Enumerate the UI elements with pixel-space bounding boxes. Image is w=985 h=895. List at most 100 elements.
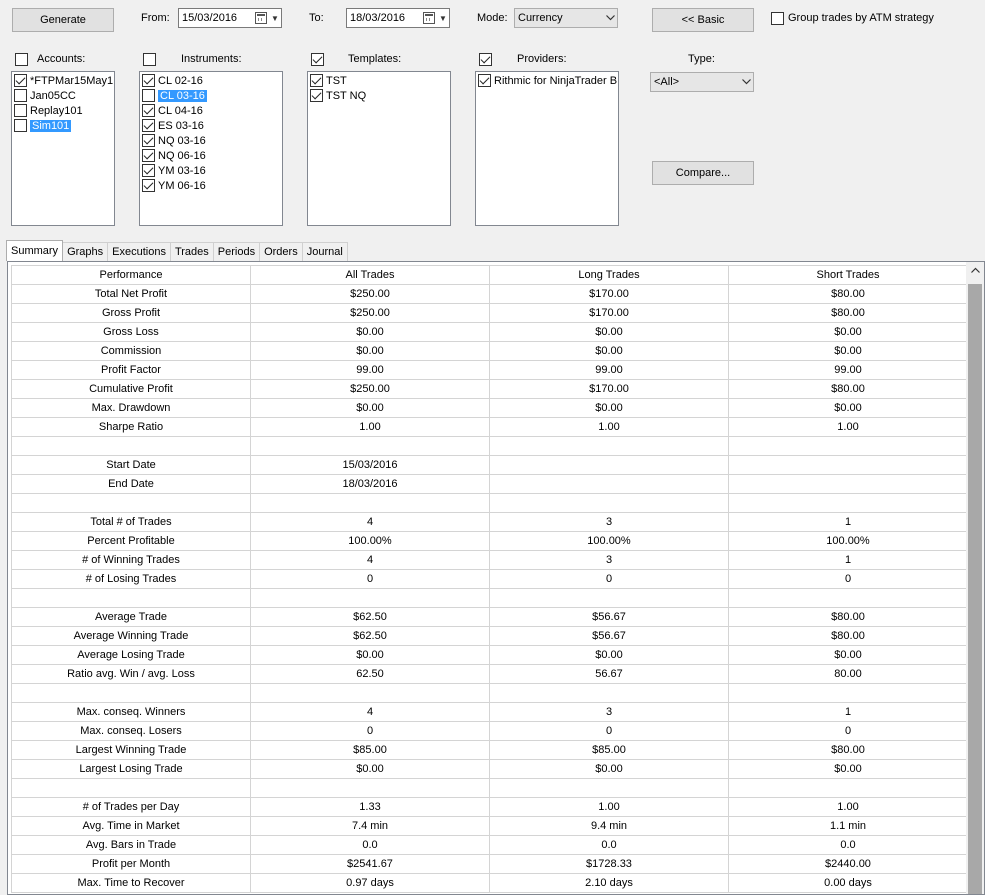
- instrument-item[interactable]: CL 02-16: [140, 73, 282, 88]
- table-row: Max. conseq. Losers 0 0 0: [11, 721, 968, 741]
- table-row: [11, 778, 968, 798]
- metric-value-cell: $80.00: [728, 626, 968, 646]
- table-row: [11, 683, 968, 703]
- templates-listbox[interactable]: TST TST NQ: [307, 71, 451, 226]
- template-item-label: TST: [326, 74, 347, 87]
- instrument-item-checkbox[interactable]: [142, 179, 155, 192]
- from-date-picker[interactable]: 15/03/2016 ▼: [178, 8, 282, 28]
- performance-table-body: Performance All Trades Long Trades Short…: [11, 265, 968, 893]
- templates-select-all-checkbox[interactable]: [311, 53, 324, 66]
- instrument-item[interactable]: CL 03-16: [140, 88, 282, 103]
- chevron-down-icon: [603, 11, 617, 25]
- metric-value-cell: $2440.00: [728, 854, 968, 874]
- instrument-item-checkbox[interactable]: [142, 104, 155, 117]
- metric-value-cell: $62.50: [250, 626, 490, 646]
- dropdown-arrow-icon[interactable]: ▼: [269, 14, 281, 23]
- instrument-item-checkbox[interactable]: [142, 89, 155, 102]
- metric-value-cell: $80.00: [728, 740, 968, 760]
- to-label: To:: [309, 12, 324, 24]
- account-item-checkbox[interactable]: [14, 89, 27, 102]
- accounts-select-all-checkbox[interactable]: [15, 53, 28, 66]
- instrument-item[interactable]: CL 04-16: [140, 103, 282, 118]
- instrument-item-checkbox[interactable]: [142, 149, 155, 162]
- account-item[interactable]: Replay101: [12, 103, 114, 118]
- tab-orders[interactable]: Orders: [259, 242, 303, 261]
- instruments-select-all-checkbox[interactable]: [143, 53, 156, 66]
- template-item-checkbox[interactable]: [310, 89, 323, 102]
- vertical-scrollbar[interactable]: [966, 262, 984, 894]
- account-item[interactable]: Jan05CC: [12, 88, 114, 103]
- instrument-item[interactable]: NQ 03-16: [140, 133, 282, 148]
- instrument-item-checkbox[interactable]: [142, 74, 155, 87]
- metric-label-cell: Average Losing Trade: [11, 645, 251, 665]
- dropdown-arrow-icon[interactable]: ▼: [437, 14, 449, 23]
- table-row: Average Losing Trade $0.00 $0.00 $0.00: [11, 645, 968, 665]
- account-item-checkbox[interactable]: [14, 74, 27, 87]
- tab-periods[interactable]: Periods: [212, 242, 261, 261]
- tab-graphs[interactable]: Graphs: [62, 242, 109, 261]
- account-item[interactable]: *FTPMar15May1: [12, 73, 114, 88]
- metric-value-cell: [250, 436, 490, 456]
- metric-label-cell: Avg. Time in Market: [11, 816, 251, 836]
- instrument-item-checkbox[interactable]: [142, 134, 155, 147]
- mode-select[interactable]: Currency: [514, 8, 618, 28]
- group-atm-checkbox[interactable]: [771, 12, 784, 25]
- metric-value-cell: 99.00: [489, 360, 729, 380]
- scroll-up-icon[interactable]: [969, 264, 981, 276]
- metric-value-cell: $0.00: [250, 759, 490, 779]
- type-select[interactable]: <All>: [650, 72, 754, 92]
- basic-button[interactable]: << Basic: [652, 8, 754, 32]
- tab-summary[interactable]: Summary: [6, 240, 64, 261]
- to-date-value: 18/03/2016: [350, 12, 406, 24]
- compare-button[interactable]: Compare...: [652, 161, 754, 185]
- metric-label-cell: # of Trades per Day: [11, 797, 251, 817]
- instrument-item-label: NQ 03-16: [158, 134, 206, 147]
- provider-item-checkbox[interactable]: [478, 74, 491, 87]
- table-row: # of Trades per Day 1.33 1.00 1.00: [11, 797, 968, 817]
- metric-value-cell: $80.00: [728, 607, 968, 627]
- template-item-checkbox[interactable]: [310, 74, 323, 87]
- calendar-icon[interactable]: [423, 12, 435, 24]
- to-date-picker[interactable]: 18/03/2016 ▼: [346, 8, 450, 28]
- account-item-checkbox[interactable]: [14, 104, 27, 117]
- column-header-performance[interactable]: Performance: [11, 265, 251, 285]
- table-row: Profit per Month $2541.67 $1728.33 $2440.00: [11, 854, 968, 874]
- table-row: Max. Time to Recover 0.97 days 2.10 days 0.…: [11, 873, 968, 893]
- instrument-item[interactable]: YM 03-16: [140, 163, 282, 178]
- table-row: [11, 436, 968, 456]
- instrument-item[interactable]: NQ 06-16: [140, 148, 282, 163]
- providers-listbox[interactable]: Rithmic for NinjaTrader B: [475, 71, 619, 226]
- accounts-listbox[interactable]: *FTPMar15May1 Jan05CC Replay101 Sim101: [11, 71, 115, 226]
- table-row: Average Trade $62.50 $56.67 $80.00: [11, 607, 968, 627]
- account-item-checkbox[interactable]: [14, 119, 27, 132]
- instrument-item[interactable]: ES 03-16: [140, 118, 282, 133]
- column-header-all-trades[interactable]: All Trades: [250, 265, 490, 285]
- table-header-row: Performance All Trades Long Trades Short…: [11, 265, 968, 285]
- instrument-item-checkbox[interactable]: [142, 119, 155, 132]
- template-item[interactable]: TST: [308, 73, 450, 88]
- instrument-item[interactable]: YM 06-16: [140, 178, 282, 193]
- calendar-icon[interactable]: [255, 12, 267, 24]
- providers-select-all-checkbox[interactable]: [479, 53, 492, 66]
- account-item[interactable]: Sim101: [12, 118, 114, 133]
- tab-executions[interactable]: Executions: [107, 242, 171, 261]
- column-header-long-trades[interactable]: Long Trades: [489, 265, 729, 285]
- metric-value-cell: $56.67: [489, 607, 729, 627]
- metric-value-cell: 100.00%: [250, 531, 490, 551]
- instruments-listbox[interactable]: CL 02-16 CL 03-16 CL 04-16 ES 03-16 NQ 0…: [139, 71, 283, 226]
- scroll-thumb[interactable]: [968, 284, 982, 894]
- metric-label-cell: [11, 493, 251, 513]
- metric-value-cell: [250, 493, 490, 513]
- column-header-short-trades[interactable]: Short Trades: [728, 265, 968, 285]
- metric-value-cell: $2541.67: [250, 854, 490, 874]
- metric-value-cell: 9.4 min: [489, 816, 729, 836]
- metric-value-cell: $0.00: [728, 322, 968, 342]
- tab-journal[interactable]: Journal: [301, 242, 348, 261]
- account-item-label: Jan05CC: [30, 89, 76, 102]
- template-item[interactable]: TST NQ: [308, 88, 450, 103]
- provider-item[interactable]: Rithmic for NinjaTrader B: [476, 73, 618, 88]
- metric-value-cell: $0.00: [250, 645, 490, 665]
- instrument-item-checkbox[interactable]: [142, 164, 155, 177]
- generate-button[interactable]: Generate: [12, 8, 114, 32]
- tab-trades[interactable]: Trades: [169, 242, 214, 261]
